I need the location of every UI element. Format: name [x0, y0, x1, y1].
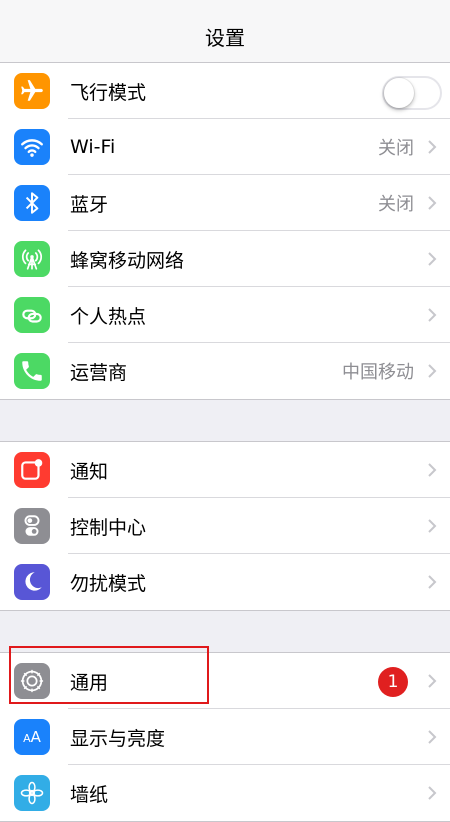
control-center-icon — [14, 508, 50, 544]
settings-row-wifi[interactable]: Wi-Fi 关闭 — [0, 119, 450, 175]
chevron-right-icon — [428, 519, 437, 533]
settings-row-label: Wi-Fi — [70, 136, 116, 158]
chevron-right-icon — [428, 575, 437, 589]
settings-row-control-center[interactable]: 控制中心 — [0, 498, 450, 554]
chevron-right-icon — [428, 196, 437, 210]
phone-icon — [14, 353, 50, 389]
settings-row-cellular[interactable]: 蜂窝移动网络 — [0, 231, 450, 287]
chevron-right-icon — [428, 252, 437, 266]
wifi-icon — [14, 129, 50, 165]
settings-row-wallpaper[interactable]: 墙纸 — [0, 765, 450, 821]
settings-row-label: 飞行模式 — [70, 81, 147, 104]
settings-row-label: 墙纸 — [70, 783, 109, 806]
settings-row-label: 个人热点 — [70, 305, 147, 328]
chevron-right-icon — [428, 140, 437, 154]
page-title: 设置 — [205, 25, 245, 50]
settings-group-notifications: 通知 控制中心 勿扰模式 — [0, 441, 450, 611]
cellular-icon — [14, 241, 50, 277]
settings-row-notifications[interactable]: 通知 — [0, 442, 450, 498]
settings-row-display-brightness[interactable]: AA 显示与亮度 — [0, 709, 450, 765]
wallpaper-icon — [14, 775, 50, 811]
bluetooth-status-value: 关闭 — [378, 194, 414, 215]
toggle-knob — [384, 78, 414, 108]
notification-icon — [14, 452, 50, 488]
chevron-right-icon — [428, 730, 437, 744]
settings-row-bluetooth[interactable]: 蓝牙 关闭 — [0, 175, 450, 231]
settings-row-label: 通知 — [70, 460, 109, 483]
settings-group-connectivity: 飞行模式 Wi-Fi 关闭 蓝牙 关闭 蜂窝移动网络 个人热点 运营商 中国移动 — [0, 62, 450, 400]
carrier-value: 中国移动 — [342, 362, 414, 383]
update-badge: 1 — [378, 667, 408, 697]
chevron-right-icon — [428, 674, 437, 688]
chevron-right-icon — [428, 308, 437, 322]
settings-row-label: 控制中心 — [70, 516, 147, 539]
display-brightness-icon: AA — [14, 719, 50, 755]
hotspot-icon — [14, 297, 50, 333]
settings-row-label: 勿扰模式 — [70, 572, 147, 595]
status-bar — [0, 0, 450, 8]
settings-row-do-not-disturb[interactable]: 勿扰模式 — [0, 554, 450, 610]
airplane-icon — [14, 73, 50, 109]
chevron-right-icon — [428, 463, 437, 477]
settings-row-personal-hotspot[interactable]: 个人热点 — [0, 287, 450, 343]
settings-row-label: 运营商 — [70, 361, 128, 384]
moon-icon — [14, 564, 50, 600]
wifi-status-value: 关闭 — [378, 138, 414, 159]
settings-row-airplane-mode[interactable]: 飞行模式 — [0, 63, 450, 119]
settings-row-label: 蓝牙 — [70, 193, 109, 216]
bluetooth-icon — [14, 185, 50, 221]
airplane-mode-toggle[interactable] — [382, 76, 442, 110]
highlight-box — [9, 646, 209, 704]
chevron-right-icon — [428, 786, 437, 800]
navigation-bar: 设置 — [0, 8, 450, 65]
settings-row-label: 显示与亮度 — [70, 727, 166, 750]
settings-row-label: 蜂窝移动网络 — [70, 249, 185, 272]
svg-text:AA: AA — [23, 728, 42, 746]
chevron-right-icon — [428, 364, 437, 378]
settings-row-carrier[interactable]: 运营商 中国移动 — [0, 343, 450, 399]
